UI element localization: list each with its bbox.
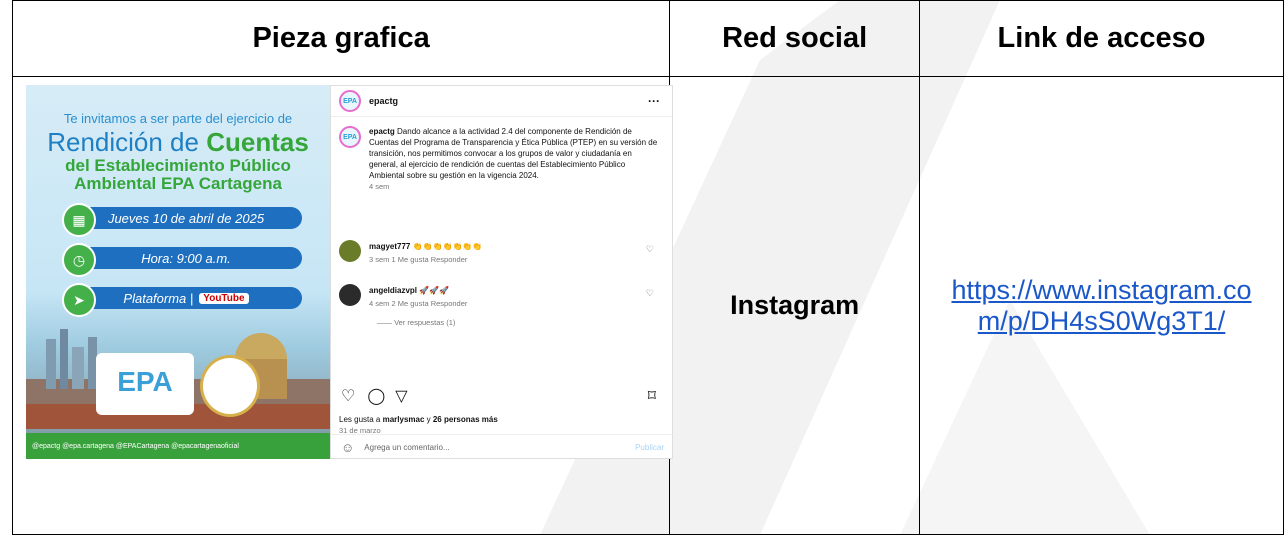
- heart-icon[interactable]: ♡: [646, 288, 654, 299]
- comment-text: 👏👏👏👏👏👏👏: [412, 242, 483, 251]
- post-actions: ♡ ◯ ▽ ⌑: [341, 386, 666, 406]
- heart-icon[interactable]: ♡: [646, 244, 654, 255]
- instagram-post-link[interactable]: https://www.instagram.com/p/DH4sS0Wg3T1/: [937, 275, 1267, 337]
- content-table: Pieza grafica Red social Link de acceso …: [11, 0, 1284, 535]
- instagram-panel: EPA epactg ··· EPA epactg Dando alcance …: [330, 85, 674, 460]
- bookmark-icon[interactable]: ⌑: [648, 386, 656, 406]
- post-username[interactable]: epactg: [369, 96, 398, 106]
- like-icon[interactable]: ♡: [341, 386, 355, 406]
- poster-invite: Te invitamos a ser parte del ejercicio d…: [63, 111, 293, 126]
- caption-username[interactable]: epactg: [369, 127, 395, 136]
- view-replies-link[interactable]: —— Ver respuestas (1): [377, 316, 467, 329]
- header-row: Pieza grafica Red social Link de acceso: [11, 0, 1284, 77]
- caption-text: Dando alcance a la actividad 2.4 del com…: [369, 127, 658, 180]
- caption-avatar[interactable]: EPA: [339, 126, 361, 148]
- comment-meta: 3 sem 1 Me gusta Responder: [369, 255, 468, 264]
- comment-meta: 4 sem 2 Me gusta Responder: [369, 299, 468, 308]
- comment-text: 🚀🚀🚀: [419, 286, 450, 295]
- cell-pieza-grafica: Te invitamos a ser parte del ejercicio d…: [11, 76, 674, 535]
- publish-button[interactable]: Publicar: [635, 443, 664, 452]
- cell-red-social: Instagram: [669, 76, 921, 535]
- header-red-social: Red social: [669, 0, 921, 77]
- instagram-post-screenshot: Te invitamos a ser parte del ejercicio d…: [26, 85, 674, 460]
- post-header: EPA epactg ···: [331, 86, 672, 117]
- header-pieza-grafica: Pieza grafica: [11, 0, 671, 77]
- caption-time: 4 sem: [369, 182, 390, 191]
- cell-link-de-acceso: https://www.instagram.com/p/DH4sS0Wg3T1/: [919, 76, 1284, 535]
- poster-subtitle: del Establecimiento Público Ambiental EPA…: [65, 156, 291, 193]
- poster-date: Jueves 10 de abril de 2025: [70, 207, 302, 229]
- comment-icon[interactable]: ◯: [367, 386, 385, 406]
- poster-title: Rendición de Cuentas: [47, 127, 309, 157]
- post-caption: EPA epactg Dando alcance a la actividad …: [339, 126, 659, 192]
- more-options-icon[interactable]: ···: [648, 94, 660, 108]
- poster-image: Te invitamos a ser parte del ejercicio d…: [26, 85, 330, 459]
- table-row: Te invitamos a ser parte del ejercicio d…: [11, 76, 1284, 535]
- list-item: angeldiazvpl 🚀🚀🚀 4 sem 2 Me gusta Respon…: [339, 284, 664, 329]
- commenter-avatar[interactable]: [339, 240, 361, 262]
- clock-icon: ◷: [62, 243, 96, 277]
- poster-time: Hora: 9:00 a.m.: [70, 247, 302, 269]
- cartagena-seal-logo: [200, 355, 260, 417]
- add-comment-bar: ☺ Agrega un comentario... Publicar: [331, 434, 674, 460]
- avatar[interactable]: EPA: [339, 90, 361, 112]
- header-link-de-acceso: Link de acceso: [919, 0, 1284, 77]
- share-icon[interactable]: ▽: [395, 386, 407, 406]
- comment-username[interactable]: angeldiazvpl: [369, 286, 417, 295]
- cursor-icon: ➤: [62, 283, 96, 317]
- poster-platform: Plataforma | YouTube: [70, 287, 302, 309]
- commenter-avatar[interactable]: [339, 284, 361, 306]
- comment-input[interactable]: Agrega un comentario...: [364, 443, 449, 452]
- comment-username[interactable]: magyet777: [369, 242, 410, 251]
- epa-logo: EPA: [96, 353, 194, 415]
- emoji-icon[interactable]: ☺: [341, 440, 354, 455]
- likes-summary: Les gusta a marlysmac y 26 personas más …: [339, 415, 498, 435]
- poster-footer: @epactg @epa.cartagena @EPACartagena @ep…: [26, 433, 330, 459]
- calendar-icon: ▦: [62, 203, 96, 237]
- list-item: magyet777 👏👏👏👏👏👏👏 3 sem 1 Me gusta Respo…: [339, 240, 664, 266]
